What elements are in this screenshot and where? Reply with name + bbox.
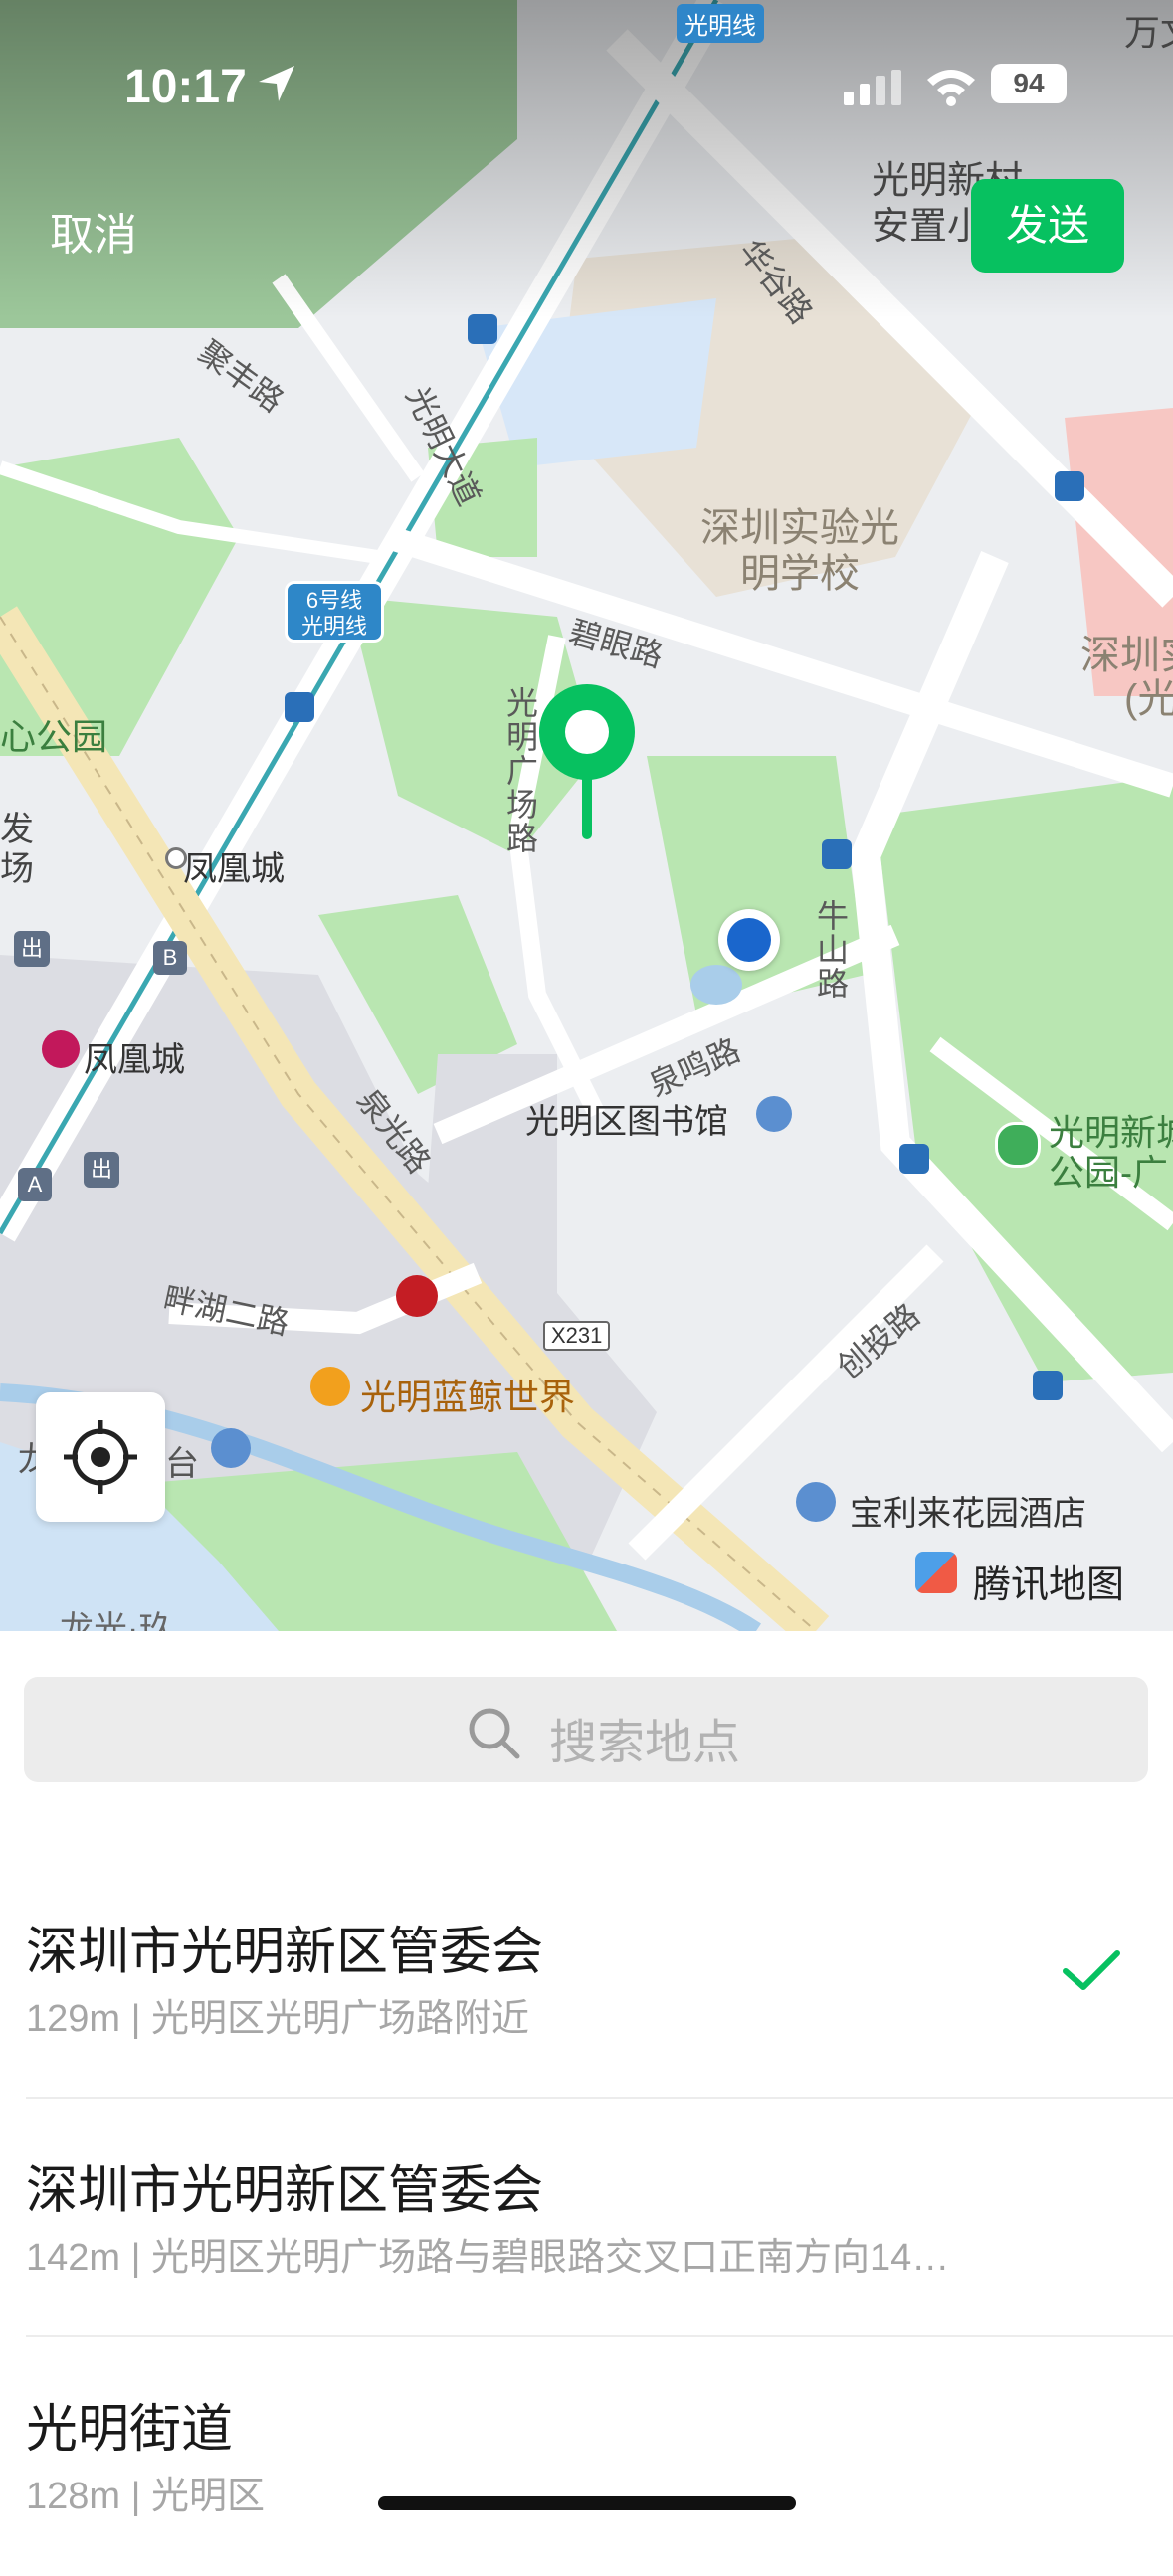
library-icon — [756, 1096, 792, 1132]
result-item[interactable]: 深圳市光明新区管委会 142m | 光明区光明广场路与碧眼路交叉口正南方向14… — [0, 2099, 1173, 2337]
hotel-label: 宝利来花园酒店 — [850, 1495, 1086, 1533]
results-sheet: 搜索地点 深圳市光明新区管委会 129m | 光明区光明广场路附近 深圳市光明新… — [0, 1631, 1173, 2542]
exit-icon: 出 — [84, 1152, 119, 1188]
search-input[interactable]: 搜索地点 — [24, 1677, 1148, 1782]
result-item[interactable]: 光明街道 128m | 光明区 — [0, 2337, 1173, 2576]
poi-label: 光明蓝鲸世界 — [360, 1377, 576, 1417]
station-dot-icon — [165, 847, 187, 869]
checkmark-icon — [1063, 1950, 1120, 1990]
result-title: 深圳市光明新区管委会 — [26, 2162, 544, 2220]
hotel-icon — [796, 1482, 836, 1522]
tencent-map-logo-icon — [915, 1552, 957, 1593]
metro-line-label: 光明线 — [677, 4, 764, 43]
send-button[interactable]: 发送 — [971, 179, 1124, 273]
metro-station-icon — [42, 1030, 80, 1068]
road-number: X231 — [543, 1321, 611, 1351]
crosshair-icon — [64, 1420, 137, 1494]
landmark-icon — [211, 1428, 251, 1468]
poi-label: 安置小 — [872, 206, 986, 248]
poi-label: 场 — [0, 850, 34, 888]
park-label: 公园-广 — [1049, 1152, 1168, 1193]
line6-badge: 6号线 光明线 — [285, 581, 384, 643]
bus-stop-icon — [822, 839, 852, 869]
bus-stop-icon — [468, 314, 497, 344]
map-brand: 腾讯地图 — [973, 1564, 1125, 1606]
school-label: 深圳实验光明学校 — [700, 506, 899, 596]
search-icon — [469, 1708, 520, 1759]
home-indicator — [378, 2496, 796, 2510]
status-time: 10:17 — [124, 61, 247, 113]
poi-label: 万文 — [1124, 12, 1173, 53]
line6-badge-line: 6号线 — [305, 588, 363, 613]
result-title: 深圳市光明新区管委会 — [26, 1924, 544, 1981]
metro-station-label: 凤凰城 — [84, 1041, 185, 1079]
current-location-dot-inner — [727, 918, 771, 962]
bus-stop-icon — [1055, 471, 1084, 501]
result-title: 光明街道 — [26, 2401, 234, 2459]
bus-stop-icon — [1033, 1371, 1063, 1400]
battery-indicator: 94 — [991, 64, 1067, 103]
cancel-button[interactable]: 取消 — [50, 199, 137, 263]
bus-stop-icon — [899, 1144, 929, 1174]
entrance-icon: A — [18, 1168, 52, 1201]
restaurant-icon — [396, 1275, 438, 1317]
poi-label: 龙光·玖 — [60, 1610, 173, 1631]
exit-icon: 出 — [14, 931, 50, 967]
result-item[interactable]: 深圳市光明新区管委会 129m | 光明区光明广场路附近 — [0, 1860, 1173, 2099]
wifi-icon — [927, 70, 975, 106]
metro-station-label: 凤凰城 — [183, 850, 285, 888]
location-services-icon — [259, 66, 294, 101]
road-label: 牛山路 — [813, 899, 849, 1001]
school-label: (光 — [1124, 677, 1173, 721]
result-subtitle: 129m | 光明区光明广场路附近 — [26, 1998, 530, 2040]
park-icon — [995, 1122, 1041, 1168]
bus-stop-icon — [285, 692, 314, 722]
cellular-signal-icon — [844, 70, 901, 105]
school-label: 深圳实 — [1080, 634, 1173, 677]
park-label: 心公园 — [0, 716, 108, 757]
locate-me-button[interactable] — [36, 1392, 165, 1522]
line6-badge-name: 光明线 — [300, 614, 367, 639]
shopping-icon — [310, 1367, 350, 1406]
entrance-icon: B — [153, 941, 187, 975]
search-placeholder: 搜索地点 — [549, 1717, 741, 1769]
poi-label: 台 — [165, 1445, 199, 1483]
current-location-dot — [718, 909, 780, 971]
result-subtitle: 128m | 光明区 — [26, 2476, 266, 2517]
result-subtitle: 142m | 光明区光明广场路与碧眼路交叉口正南方向14… — [26, 2237, 950, 2279]
location-pin-icon — [539, 684, 635, 839]
library-label: 光明区图书馆 — [525, 1103, 728, 1141]
